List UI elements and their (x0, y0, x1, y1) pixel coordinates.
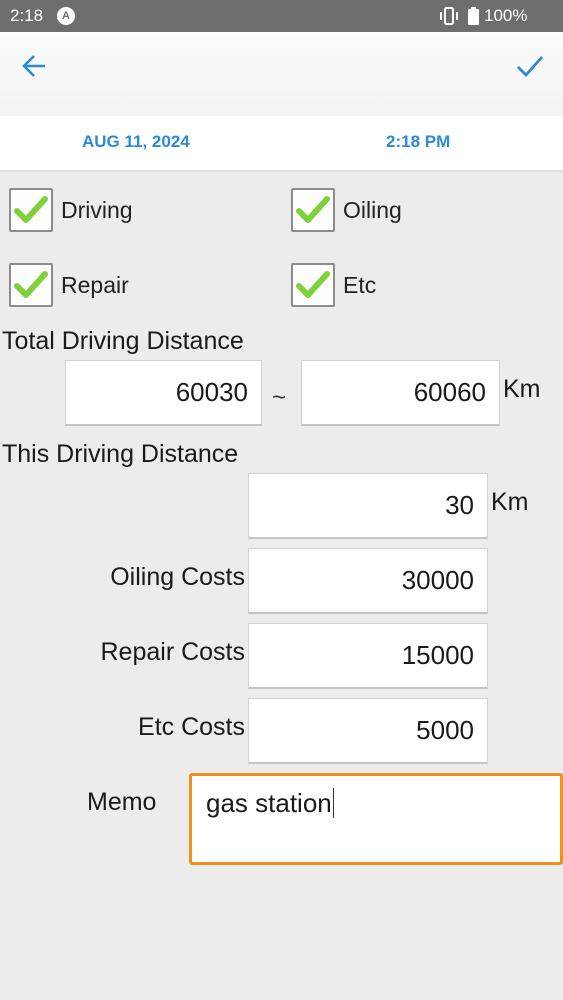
vibrate-icon (440, 7, 458, 25)
android-auto-icon: A (57, 7, 75, 25)
confirm-check-icon[interactable] (515, 52, 545, 80)
distance-unit: Km (503, 375, 541, 403)
battery-icon (468, 7, 479, 25)
checkbox-etc[interactable]: Etc (291, 262, 376, 308)
back-arrow-icon[interactable] (20, 52, 48, 80)
this-distance-unit: Km (491, 488, 529, 516)
checkbox-label: Repair (61, 271, 129, 298)
oiling-costs-input[interactable]: 30000 (248, 548, 488, 614)
distance-from-input[interactable]: 60030 (65, 360, 262, 426)
date-time-bar: AUG 11, 2024 2:18 PM (0, 116, 563, 172)
checkbox-driving[interactable]: Driving (9, 187, 133, 233)
checkbox-checked-icon (291, 188, 335, 232)
time-picker[interactable]: 2:18 PM (386, 132, 450, 152)
app-bar (0, 32, 563, 116)
memo-textarea[interactable]: gas station (189, 773, 563, 865)
memo-text: gas station (206, 788, 332, 818)
checkbox-label: Driving (61, 196, 133, 223)
status-bar: 2:18 A 100% (0, 0, 563, 32)
checkbox-label: Etc (343, 271, 377, 298)
checkbox-oiling[interactable]: Oiling (291, 187, 402, 233)
checkbox-checked-icon (291, 263, 335, 307)
total-distance-label: Total Driving Distance (2, 327, 244, 355)
status-time: 2:18 (10, 6, 44, 25)
repair-costs-input[interactable]: 15000 (248, 623, 488, 689)
etc-costs-label: Etc Costs (138, 713, 245, 741)
checkbox-repair[interactable]: Repair (9, 262, 129, 308)
battery-percentage: 100% (484, 6, 528, 25)
this-distance-value[interactable]: 30 (248, 473, 488, 539)
this-distance-label: This Driving Distance (2, 440, 239, 468)
range-separator: ~ (272, 384, 287, 411)
date-picker[interactable]: AUG 11, 2024 (82, 132, 190, 152)
text-cursor (332, 788, 334, 818)
oiling-costs-label: Oiling Costs (110, 563, 245, 591)
memo-label: Memo (87, 788, 157, 816)
checkbox-checked-icon (9, 188, 53, 232)
distance-to-input[interactable]: 60060 (301, 360, 500, 426)
etc-costs-input[interactable]: 5000 (248, 698, 488, 764)
checkbox-label: Oiling (343, 196, 402, 223)
repair-costs-label: Repair Costs (100, 638, 246, 666)
checkbox-checked-icon (9, 263, 53, 307)
